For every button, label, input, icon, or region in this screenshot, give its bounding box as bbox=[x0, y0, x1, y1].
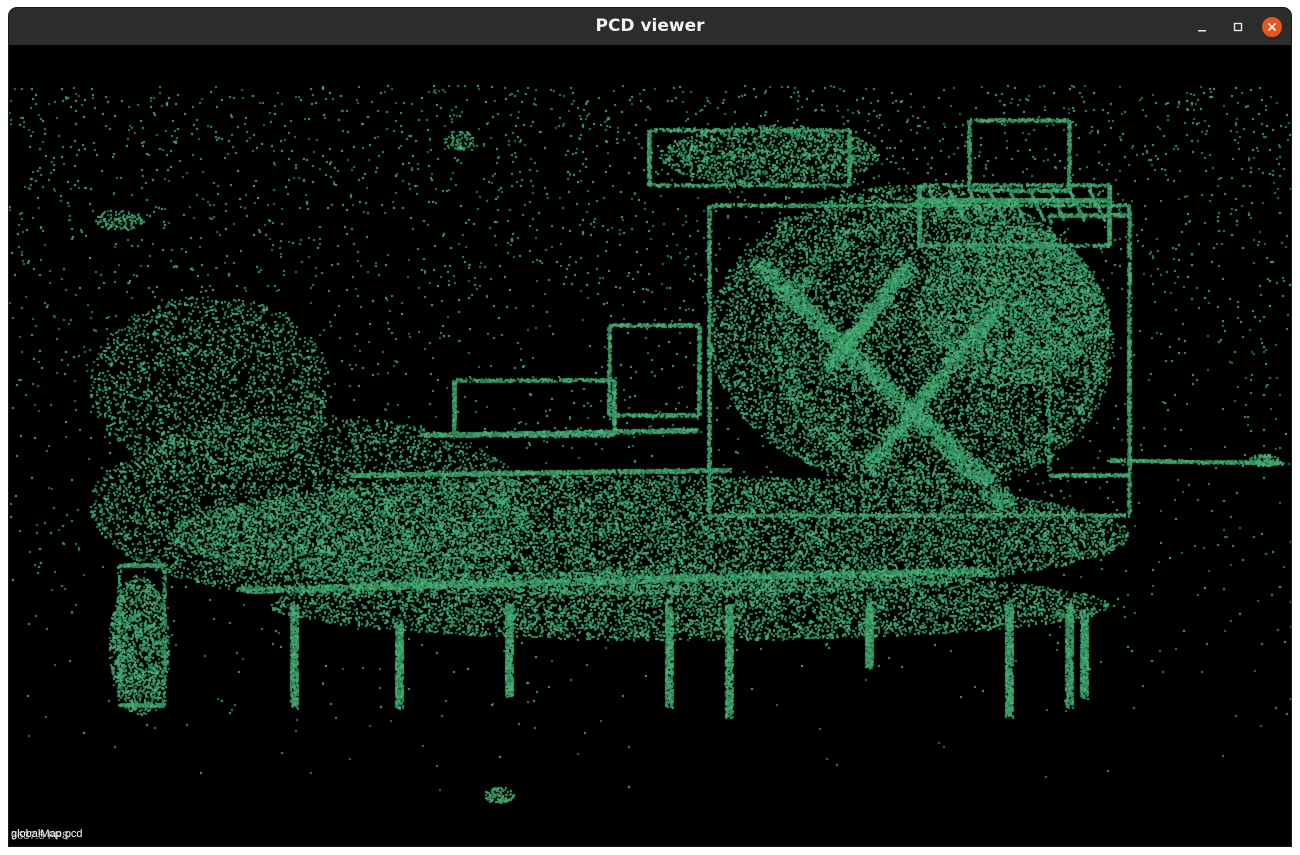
minimize-icon bbox=[1198, 30, 1206, 32]
maximize-icon bbox=[1233, 22, 1243, 32]
title-bar[interactable]: PCD viewer bbox=[9, 8, 1291, 46]
point-cloud-canvas[interactable] bbox=[9, 45, 1291, 846]
file-name-label: globalMap.pcd bbox=[11, 828, 83, 840]
point-cloud-viewport[interactable]: 3637.5 FPS globalMap.pcd bbox=[9, 45, 1291, 846]
maximize-button[interactable] bbox=[1228, 17, 1248, 37]
pcd-viewer-window: PCD viewer 3637.5 FPS globalMap.pcd bbox=[9, 8, 1291, 846]
close-button[interactable] bbox=[1262, 17, 1282, 37]
close-icon bbox=[1268, 23, 1276, 31]
window-title: PCD viewer bbox=[595, 16, 705, 36]
minimize-button[interactable] bbox=[1192, 17, 1212, 37]
